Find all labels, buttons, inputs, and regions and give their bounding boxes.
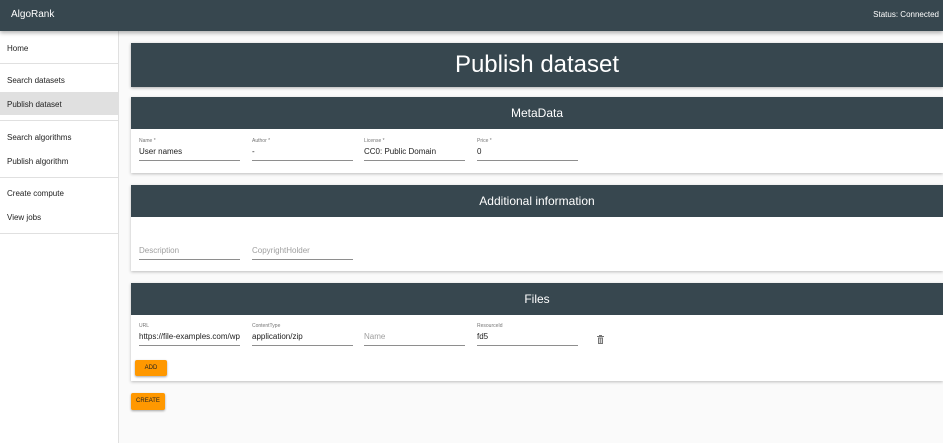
- sidebar-item-home[interactable]: Home: [0, 36, 118, 59]
- input-underline: [252, 345, 353, 346]
- additional-info-header: Additional information: [131, 185, 943, 217]
- content-type-label: ContentType: [252, 323, 281, 329]
- sidebar-item-view-jobs[interactable]: View jobs: [0, 205, 118, 228]
- input-underline: [139, 345, 240, 346]
- input-underline: [477, 345, 578, 346]
- sidebar-item-create-compute[interactable]: Create compute: [0, 181, 118, 204]
- description-input[interactable]: Description: [139, 246, 179, 255]
- copyright-holder-input[interactable]: CopyrightHolder: [252, 246, 310, 255]
- sidebar-item-search-algorithms[interactable]: Search algorithms: [0, 125, 118, 148]
- nav-divider: [0, 63, 118, 64]
- url-input[interactable]: https://file-examples.com/wp: [139, 332, 240, 341]
- nav-divider: [0, 120, 118, 121]
- create-button[interactable]: CREATE: [131, 393, 165, 410]
- page-title: Publish dataset: [131, 43, 943, 87]
- price-input[interactable]: 0: [477, 147, 578, 156]
- metadata-section: MetaData Name * User names Author * - Li…: [131, 97, 943, 173]
- url-label: URL: [139, 323, 150, 329]
- app-bar: AlgoRank Status: Connected: [0, 0, 943, 31]
- input-underline: [139, 160, 240, 161]
- name-input[interactable]: User names: [139, 147, 240, 156]
- author-input[interactable]: -: [252, 147, 353, 156]
- input-underline: [364, 345, 465, 346]
- price-label: Price *: [477, 138, 492, 144]
- input-underline: [252, 160, 353, 161]
- content-type-input[interactable]: application/zip: [252, 332, 353, 341]
- input-underline: [252, 259, 353, 260]
- input-underline: [364, 160, 465, 161]
- input-underline: [477, 160, 578, 161]
- add-file-button[interactable]: ADD: [135, 360, 167, 376]
- additional-info-section: Additional information Description Copyr…: [131, 185, 943, 271]
- files-section: Files URL https://file-examples.com/wp C…: [131, 283, 943, 381]
- input-underline: [139, 259, 240, 260]
- nav-divider: [0, 233, 118, 234]
- file-name-input[interactable]: Name: [364, 332, 385, 341]
- license-select[interactable]: CC0: Public Domain: [364, 147, 465, 156]
- metadata-header: MetaData: [131, 97, 943, 129]
- author-label: Author *: [252, 138, 271, 144]
- files-header: Files: [131, 283, 943, 315]
- license-label: License *: [364, 138, 385, 144]
- resource-id-input[interactable]: fd5: [477, 332, 578, 341]
- trash-icon[interactable]: [597, 331, 604, 344]
- nav-divider: [0, 177, 118, 178]
- sidebar-item-publish-algorithm[interactable]: Publish algorithm: [0, 149, 118, 172]
- sidebar: Home Search datasets Publish dataset Sea…: [0, 31, 119, 443]
- resource-id-label: ResourceId: [477, 323, 503, 329]
- sidebar-item-publish-dataset[interactable]: Publish dataset: [0, 92, 118, 115]
- connection-status: Status: Connected: [873, 10, 939, 19]
- app-title[interactable]: AlgoRank: [11, 9, 54, 20]
- name-label: Name *: [139, 138, 156, 144]
- sidebar-item-search-datasets[interactable]: Search datasets: [0, 68, 118, 91]
